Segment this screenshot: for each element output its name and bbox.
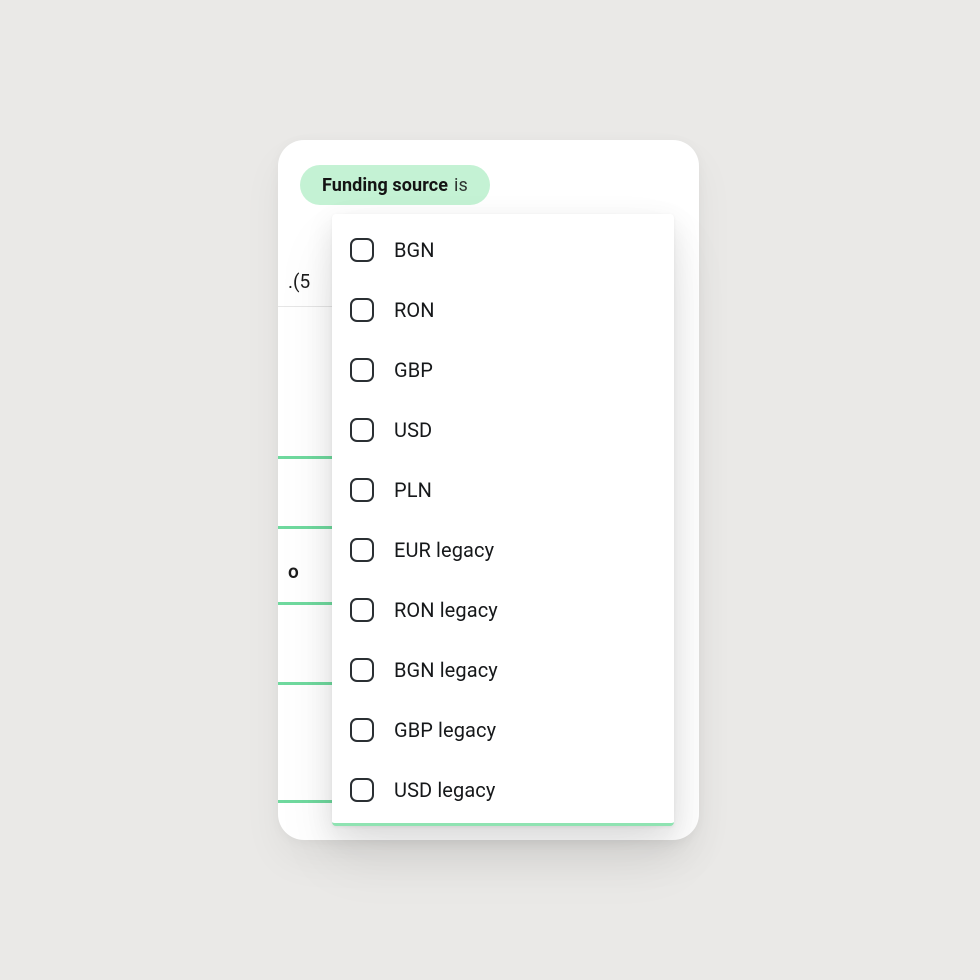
option-label: RON (394, 298, 435, 322)
background-row-divider (278, 602, 333, 605)
checkbox-icon[interactable] (350, 358, 374, 382)
option-row[interactable]: GBP legacy (332, 700, 674, 760)
background-row-hint: o (288, 560, 324, 583)
option-label: USD legacy (394, 778, 495, 802)
filter-chip-operator: is (454, 175, 468, 196)
option-list: BGN RON GBP USD PLN EUR legacy RON legacy BGN l… (332, 214, 674, 820)
background-row-divider (278, 682, 333, 685)
checkbox-icon[interactable] (350, 718, 374, 742)
option-row[interactable]: BGN (332, 220, 674, 280)
stage: Funding source is .(5 o BGN RON GBP USD PLN E… (0, 0, 980, 980)
funding-source-options-popover: BGN RON GBP USD PLN EUR legacy RON legacy BGN l… (332, 214, 674, 826)
checkbox-icon[interactable] (350, 778, 374, 802)
background-divider (278, 306, 333, 307)
checkbox-icon[interactable] (350, 598, 374, 622)
option-label: BGN (394, 238, 435, 262)
option-row[interactable]: PLN (332, 460, 674, 520)
option-row[interactable]: USD legacy (332, 760, 674, 820)
option-label: RON legacy (394, 598, 498, 622)
option-label: EUR legacy (394, 538, 494, 562)
checkbox-icon[interactable] (350, 478, 374, 502)
checkbox-icon[interactable] (350, 238, 374, 262)
option-row[interactable]: BGN legacy (332, 640, 674, 700)
checkbox-icon[interactable] (350, 538, 374, 562)
background-row-divider (278, 800, 333, 803)
background-fragment-text: .(5 (288, 270, 324, 293)
option-label: GBP legacy (394, 718, 496, 742)
option-row[interactable]: USD (332, 400, 674, 460)
option-label: BGN legacy (394, 658, 498, 682)
option-label: PLN (394, 478, 432, 502)
option-row[interactable]: EUR legacy (332, 520, 674, 580)
filter-chip-funding-source[interactable]: Funding source is (300, 165, 490, 205)
background-row-divider (278, 526, 333, 529)
filter-chip-label: Funding source (322, 175, 448, 196)
background-row-divider (278, 456, 333, 459)
checkbox-icon[interactable] (350, 658, 374, 682)
option-label: USD (394, 418, 432, 442)
option-label: GBP (394, 358, 433, 382)
option-row[interactable]: RON (332, 280, 674, 340)
option-row[interactable]: GBP (332, 340, 674, 400)
option-row[interactable]: RON legacy (332, 580, 674, 640)
checkbox-icon[interactable] (350, 298, 374, 322)
checkbox-icon[interactable] (350, 418, 374, 442)
